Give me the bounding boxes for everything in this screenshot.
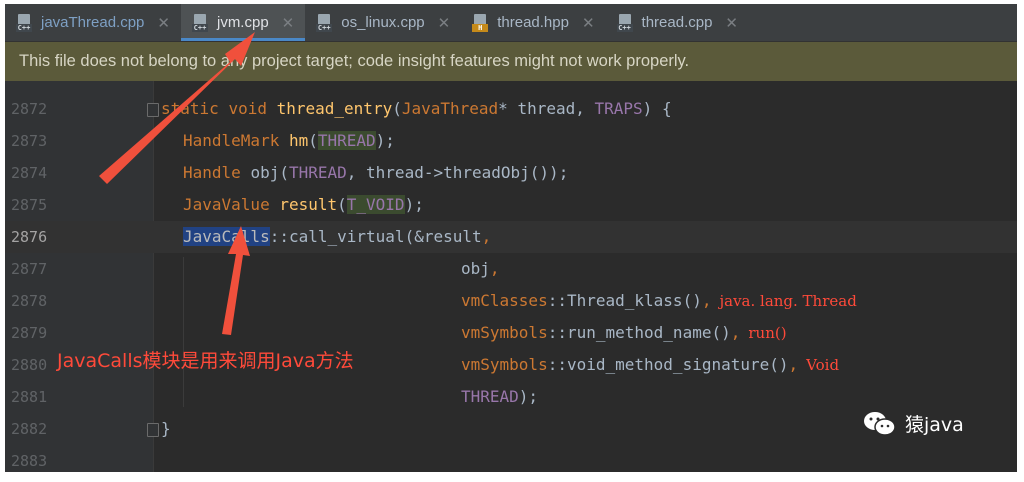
- tab-jvm-cpp[interactable]: C++ jvm.cpp ✕: [180, 4, 306, 41]
- line-number: 2874: [11, 164, 48, 182]
- line-number: 2873: [11, 132, 48, 150]
- code-line-2878[interactable]: 2878 vmClasses::Thread_klass(), java. lan…: [5, 285, 1017, 317]
- annotation-run: run(): [748, 324, 787, 342]
- ide-window: C++ javaThread.cpp ✕ C++ jvm.cpp ✕ C++ o…: [5, 4, 1017, 472]
- tab-label: jvm.cpp: [216, 14, 269, 31]
- code-line-2876[interactable]: 2876 JavaCalls::call_virtual(&result,: [5, 221, 1017, 253]
- code-line-2875[interactable]: 2875 JavaValue result(T_VOID);: [5, 189, 1017, 221]
- fold-icon[interactable]: [147, 103, 159, 117]
- cpp-file-icon: C++: [191, 13, 210, 32]
- token-type: Handle: [183, 163, 251, 182]
- close-icon[interactable]: ✕: [157, 14, 170, 32]
- tab-os-linux-cpp[interactable]: C++ os_linux.cpp ✕: [305, 4, 461, 41]
- fold-icon[interactable]: [147, 423, 159, 437]
- token-static: static: [161, 99, 229, 118]
- code-line-2872[interactable]: 2872 static void thread_entry(JavaThread…: [5, 93, 1017, 125]
- line-number: 2882: [11, 420, 48, 438]
- tab-thread-hpp[interactable]: H thread.hpp ✕: [461, 4, 605, 41]
- header-file-icon: H: [472, 13, 490, 32]
- project-target-warning-banner: This file does not belong to any project…: [5, 42, 1017, 81]
- tab-label: thread.hpp: [497, 14, 569, 31]
- line-number: 2875: [11, 196, 48, 214]
- function-name: thread_entry: [276, 99, 393, 118]
- cpp-file-icon: C++: [316, 13, 334, 32]
- line-number: 2881: [11, 388, 48, 406]
- tab-label: os_linux.cpp: [341, 14, 425, 31]
- code-line-2874[interactable]: 2874 Handle obj(THREAD, thread->threadOb…: [5, 157, 1017, 189]
- line-number: 2877: [11, 260, 48, 278]
- annotation-void: Void: [806, 356, 840, 374]
- code-line-2881[interactable]: 2881 THREAD);: [5, 381, 1017, 413]
- banner-text: This file does not belong to any project…: [19, 52, 690, 70]
- token-void: void: [228, 99, 277, 118]
- annotation-note: JavaCalls模块是用来调用Java方法: [57, 350, 354, 372]
- token-identifier: hm: [288, 131, 309, 150]
- code-line-2883[interactable]: 2883: [5, 445, 1017, 472]
- code-line-2879[interactable]: 2879 vmSymbols::run_method_name(), run(): [5, 317, 1017, 349]
- wechat-icon: [864, 411, 896, 436]
- tab-label: javaThread.cpp: [41, 14, 145, 31]
- token-identifier: result: [279, 195, 338, 214]
- line-number: 2879: [11, 324, 48, 342]
- token-param: * thread,: [498, 99, 595, 118]
- code-line-2873[interactable]: 2873 HandleMark hm(THREAD);: [5, 125, 1017, 157]
- cpp-file-icon: C++: [16, 13, 34, 32]
- close-icon[interactable]: ✕: [582, 14, 595, 32]
- highlighted-identifier: JavaCalls: [183, 227, 270, 246]
- close-icon[interactable]: ✕: [282, 14, 295, 32]
- token-type: JavaValue: [183, 195, 280, 214]
- line-number: 2876: [11, 228, 48, 246]
- token-type: JavaThread: [401, 99, 499, 118]
- token-macro: THREAD: [317, 131, 376, 150]
- token-type: HandleMark: [183, 131, 289, 150]
- line-number: 2872: [11, 100, 48, 118]
- token-macro: TRAPS: [594, 99, 643, 118]
- close-icon[interactable]: ✕: [725, 14, 738, 32]
- tab-thread-cpp[interactable]: C++ thread.cpp ✕: [606, 4, 749, 41]
- line-number: 2878: [11, 292, 48, 310]
- close-icon[interactable]: ✕: [438, 14, 451, 32]
- line-number: 2883: [11, 452, 48, 470]
- watermark: 猿java: [863, 410, 964, 437]
- token-macro: THREAD: [288, 163, 347, 182]
- annotation-java-lang-thread: java. lang. Thread: [719, 292, 857, 310]
- token-paren: (: [392, 99, 402, 118]
- tab-label: thread.cpp: [641, 14, 713, 31]
- editor-tab-bar: C++ javaThread.cpp ✕ C++ jvm.cpp ✕ C++ o…: [5, 4, 1017, 42]
- cpp-file-icon: C++: [616, 13, 635, 32]
- watermark-text: 猿java: [905, 414, 964, 436]
- token-macro: T_VOID: [346, 195, 405, 214]
- code-line-2877[interactable]: 2877 obj,: [5, 253, 1017, 285]
- token-brace: ) {: [642, 99, 672, 118]
- tab-javathread-cpp[interactable]: C++ javaThread.cpp ✕: [5, 4, 181, 41]
